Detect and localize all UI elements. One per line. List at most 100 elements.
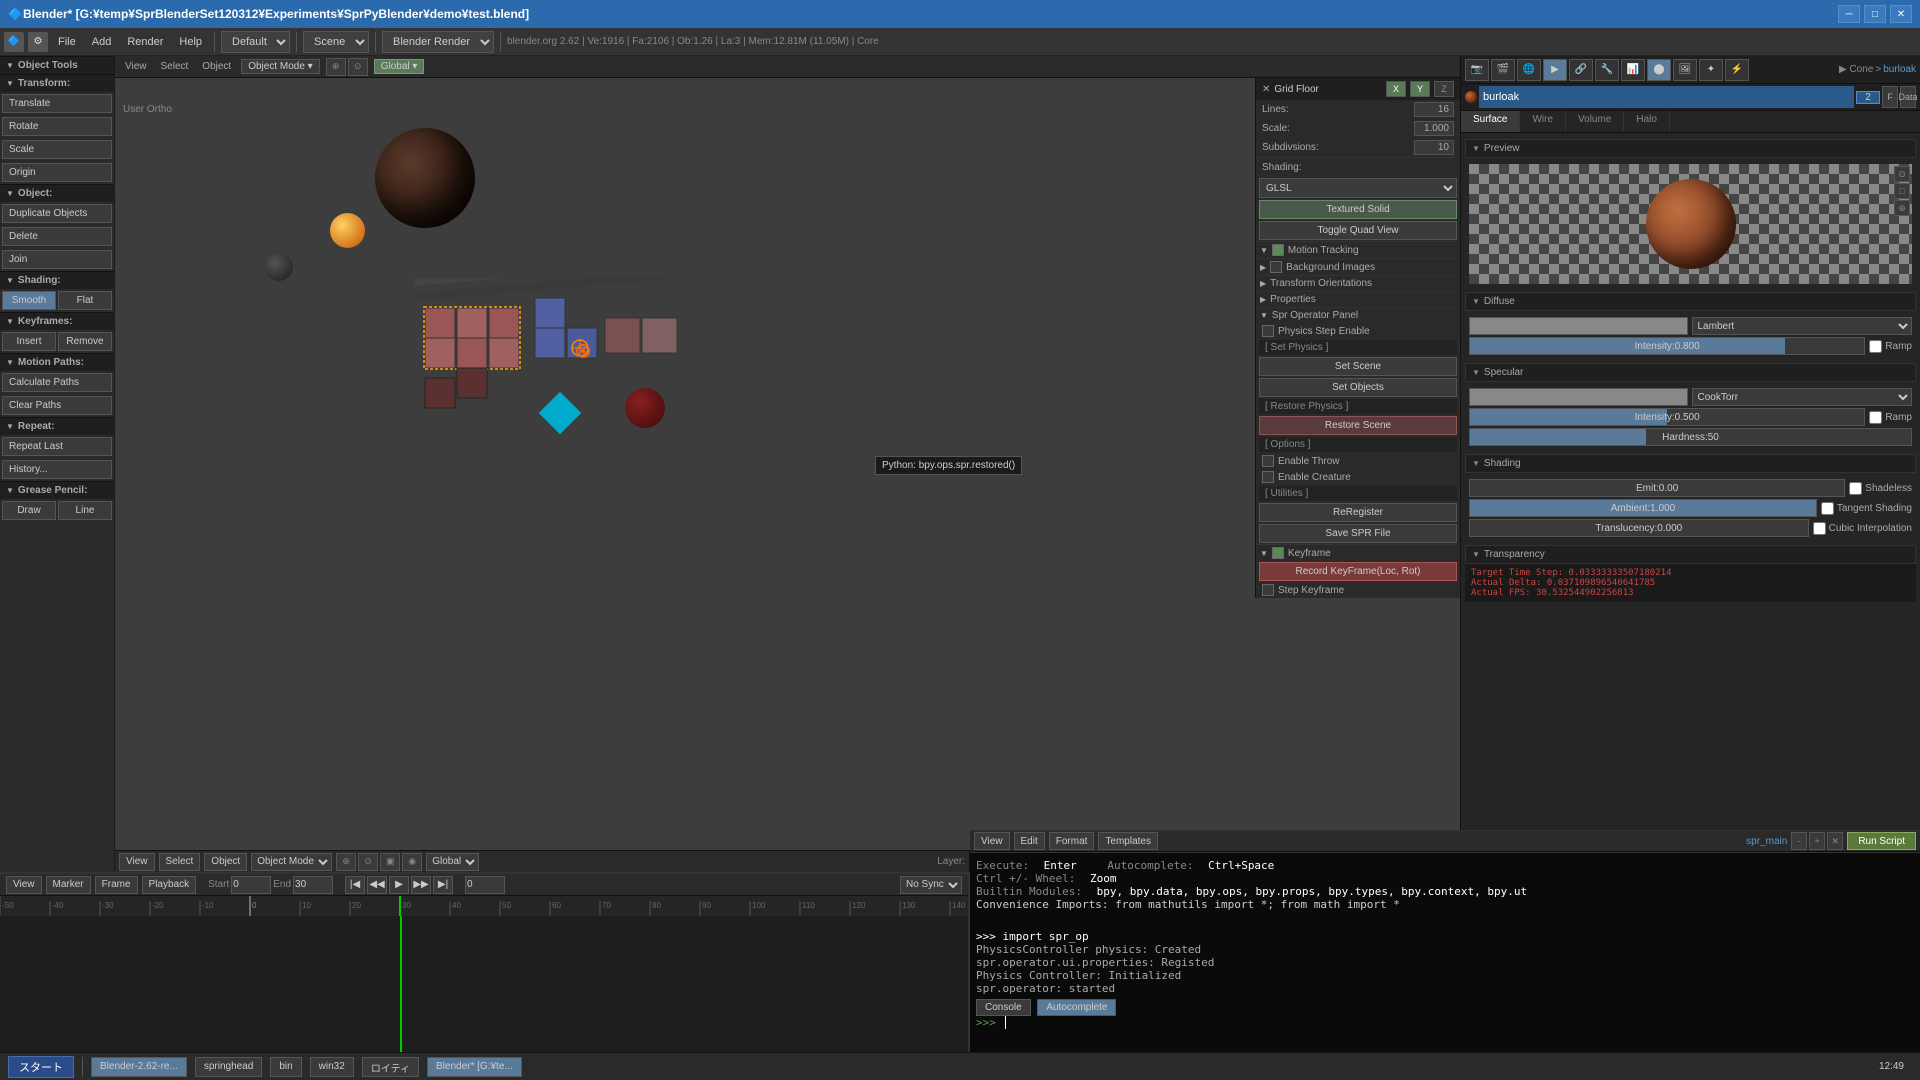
- sync-select[interactable]: No Sync: [900, 876, 962, 894]
- prop-world-icon[interactable]: 🌐: [1517, 59, 1541, 81]
- prop-data-icon[interactable]: 📊: [1621, 59, 1645, 81]
- origin-button[interactable]: Origin: [2, 163, 112, 182]
- insert-button[interactable]: Insert: [2, 332, 56, 351]
- console-area[interactable]: Execute: Enter Autocomplete: Ctrl+Space …: [970, 852, 1920, 1052]
- tangent-shading-checkbox[interactable]: [1821, 502, 1834, 515]
- console-templates-btn[interactable]: Templates: [1098, 832, 1158, 850]
- start-button[interactable]: スタート: [8, 1056, 74, 1078]
- diffuse-ramp-checkbox[interactable]: [1869, 340, 1882, 353]
- autocomplete-tab-btn[interactable]: Autocomplete: [1037, 999, 1116, 1016]
- shadeless-checkbox[interactable]: [1849, 482, 1862, 495]
- blender-icon[interactable]: 🔷: [4, 32, 24, 52]
- prop-constraints-icon[interactable]: 🔗: [1569, 59, 1593, 81]
- diffuse-section-title[interactable]: ▼ Diffuse: [1465, 292, 1916, 311]
- smooth-button[interactable]: Smooth: [2, 291, 56, 310]
- skip-start-btn[interactable]: |◀: [345, 876, 365, 894]
- emit-slider[interactable]: Emit: 0.00: [1469, 479, 1845, 497]
- next-frame-btn[interactable]: ▶▶: [411, 876, 431, 894]
- prop-texture-icon[interactable]: 🖼: [1673, 59, 1697, 81]
- ambient-slider[interactable]: Ambient: 1.000: [1469, 499, 1817, 517]
- delete-button[interactable]: Delete: [2, 227, 112, 246]
- select-menu[interactable]: Select: [157, 60, 193, 73]
- select-button[interactable]: Select: [159, 853, 201, 871]
- mode-select[interactable]: Object Mode: [251, 853, 332, 871]
- console-edit-btn[interactable]: Edit: [1014, 832, 1045, 850]
- console-view-btn[interactable]: View: [974, 832, 1010, 850]
- object-mode-dropdown[interactable]: Object Mode ▾: [241, 59, 320, 74]
- console-format-btn[interactable]: Format: [1049, 832, 1095, 850]
- scene-icon[interactable]: ⚙: [28, 32, 48, 52]
- run-script-button[interactable]: Run Script: [1847, 832, 1916, 850]
- prop-modifier-icon[interactable]: 🔧: [1595, 59, 1619, 81]
- object-button[interactable]: Object: [204, 853, 247, 871]
- taskbar-blender2[interactable]: Blender* [G:¥te...: [427, 1057, 522, 1077]
- timeline-marker-btn[interactable]: Marker: [46, 876, 91, 894]
- preview-ctrl-3[interactable]: ⊕: [1894, 200, 1910, 216]
- diffuse-color-button[interactable]: [1469, 317, 1688, 335]
- mode-dropdown[interactable]: Default: [221, 31, 290, 53]
- skip-end-btn[interactable]: ▶|: [433, 876, 453, 894]
- console-ctrl-3[interactable]: ✕: [1827, 832, 1843, 850]
- tab-surface[interactable]: Surface: [1461, 111, 1520, 132]
- texture-mode-btn[interactable]: ▣: [380, 853, 400, 871]
- prop-object-icon[interactable]: ▶: [1543, 59, 1567, 81]
- taskbar-bin[interactable]: bin: [270, 1057, 301, 1077]
- timeline-body[interactable]: -50 -40 -30 -20 -10 0 10 20 30: [0, 896, 968, 1052]
- wire-mode-btn[interactable]: ⊙: [358, 853, 378, 871]
- specular-section-title[interactable]: ▼ Specular: [1465, 363, 1916, 382]
- data-button[interactable]: Data: [1900, 86, 1916, 108]
- console-ctrl-1[interactable]: -: [1791, 832, 1807, 850]
- shading-section-title[interactable]: ▼ Shading: [1465, 454, 1916, 473]
- repeat-last-button[interactable]: Repeat Last: [2, 437, 112, 456]
- translate-button[interactable]: Translate: [2, 94, 112, 113]
- menu-file[interactable]: File: [52, 34, 82, 50]
- rendered-mode-btn[interactable]: ◉: [402, 853, 422, 871]
- prop-material-icon[interactable]: ⬤: [1647, 59, 1671, 81]
- play-btn[interactable]: ▶: [389, 876, 409, 894]
- cubic-interpolation-checkbox[interactable]: [1813, 522, 1826, 535]
- console-ctrl-2[interactable]: +: [1809, 832, 1825, 850]
- diffuse-shader-select[interactable]: Lambert: [1692, 317, 1913, 335]
- line-button[interactable]: Line: [58, 501, 112, 520]
- taskbar-springhead[interactable]: springhead: [195, 1057, 262, 1077]
- viewport-icon-1[interactable]: ⊕: [326, 58, 346, 76]
- prop-particle-icon[interactable]: ✦: [1699, 59, 1723, 81]
- transparency-section-title[interactable]: ▼ Transparency: [1465, 545, 1916, 564]
- prop-physics-icon[interactable]: ⚡: [1725, 59, 1749, 81]
- timeline[interactable]: View Marker Frame Playback Start End |◀ …: [0, 872, 970, 1052]
- specular-ramp-checkbox[interactable]: [1869, 411, 1882, 424]
- end-frame-input[interactable]: [293, 876, 333, 894]
- history-button[interactable]: History...: [2, 460, 112, 479]
- join-button[interactable]: Join: [2, 250, 112, 269]
- taskbar-win32[interactable]: win32: [310, 1057, 354, 1077]
- maximize-button[interactable]: □: [1864, 5, 1886, 23]
- tab-volume[interactable]: Volume: [1566, 111, 1624, 132]
- timeline-view-btn[interactable]: View: [6, 876, 42, 894]
- console-tab-btn[interactable]: Console: [976, 999, 1031, 1016]
- f-button[interactable]: F: [1882, 86, 1898, 108]
- tab-wire[interactable]: Wire: [1520, 111, 1566, 132]
- preview-ctrl-1[interactable]: ⊙: [1894, 166, 1910, 182]
- global-dropdown[interactable]: Global ▾: [374, 59, 425, 74]
- flat-button[interactable]: Flat: [58, 291, 112, 310]
- timeline-frame-btn[interactable]: Frame: [95, 876, 138, 894]
- tab-halo[interactable]: Halo: [1624, 111, 1670, 132]
- translucency-slider[interactable]: Translucency: 0.000: [1469, 519, 1809, 537]
- menu-add[interactable]: Add: [86, 34, 118, 50]
- scale-button[interactable]: Scale: [2, 140, 112, 159]
- diffuse-intensity-slider[interactable]: Intensity: 0.800: [1469, 337, 1865, 355]
- clear-paths-button[interactable]: Clear Paths: [2, 396, 112, 415]
- close-button[interactable]: ✕: [1890, 5, 1912, 23]
- engine-dropdown[interactable]: Blender Render: [382, 31, 494, 53]
- preview-section-title[interactable]: ▼ Preview: [1465, 139, 1916, 158]
- specular-intensity-slider[interactable]: Intensity: 0.500: [1469, 408, 1865, 426]
- specular-hardness-slider[interactable]: Hardness: 50: [1469, 428, 1912, 446]
- pivot-select[interactable]: Global: [426, 853, 479, 871]
- minimize-button[interactable]: ─: [1838, 5, 1860, 23]
- menu-help[interactable]: Help: [173, 34, 208, 50]
- prop-render-icon[interactable]: 📷: [1465, 59, 1489, 81]
- prev-frame-btn[interactable]: ◀◀: [367, 876, 387, 894]
- material-count-input[interactable]: [1856, 91, 1880, 104]
- view-button[interactable]: View: [119, 853, 155, 871]
- current-frame-input[interactable]: [465, 876, 505, 894]
